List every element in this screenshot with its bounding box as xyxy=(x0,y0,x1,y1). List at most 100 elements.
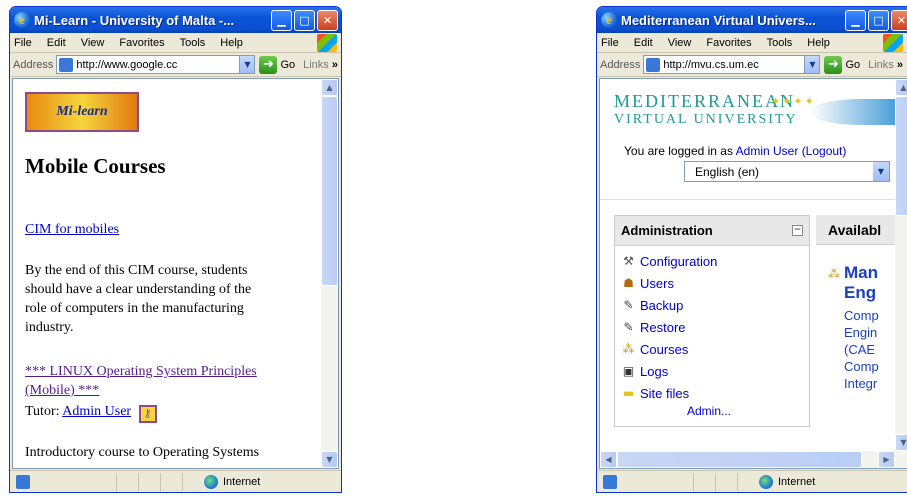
internet-explorer-icon: e xyxy=(601,12,617,28)
menu-favorites[interactable]: Favorites xyxy=(706,37,751,49)
address-input[interactable]: http://mvu.cs.um.ec ▼ xyxy=(643,55,821,74)
language-select[interactable]: English (en) ▼ xyxy=(684,161,890,182)
title-bar[interactable]: e Mi-Learn - University of Malta -... ▁ … xyxy=(10,7,341,33)
address-text: http://www.google.cc xyxy=(76,58,178,71)
tutor-line: Tutor: Admin User ⚷ xyxy=(25,402,157,423)
admin-item-configuration[interactable]: ⚒ Configuration xyxy=(615,250,809,272)
scroll-up-icon[interactable]: ▲ xyxy=(895,79,907,96)
admin-item-courses[interactable]: ⁂ Courses xyxy=(615,338,809,360)
course-description-cim: By the end of this CIM course, students … xyxy=(25,263,252,335)
user-link[interactable]: Admin User xyxy=(736,144,799,158)
page-icon xyxy=(646,57,661,72)
menu-help[interactable]: Help xyxy=(220,37,243,49)
status-zone: Internet xyxy=(223,475,261,488)
admin-item-backup[interactable]: ✎ Backup xyxy=(615,294,809,316)
administration-header: Administration − xyxy=(615,216,809,246)
status-bar: Internet xyxy=(597,470,907,492)
go-label: Go xyxy=(280,58,296,71)
course-icon: ⁂ xyxy=(828,267,840,281)
menu-file[interactable]: File xyxy=(14,37,32,49)
go-button[interactable]: ➜ Go xyxy=(824,55,861,74)
admin-item-logs[interactable]: ▣ Logs xyxy=(615,360,809,382)
tutor-label: Tutor: xyxy=(25,404,60,419)
logs-icon: ▣ xyxy=(622,364,635,378)
scroll-down-icon[interactable]: ▼ xyxy=(321,451,338,468)
mvu-browser-window: e Mediterranean Virtual Univers... ▁ □ ✕… xyxy=(596,6,907,493)
logout-link[interactable]: (Logout) xyxy=(802,144,847,158)
available-courses-header: Availabl xyxy=(816,215,907,245)
scroll-right-icon[interactable]: ▶ xyxy=(878,451,895,468)
vertical-scrollbar[interactable]: ▲ ▼ xyxy=(895,79,907,468)
course-description-linux: Introductory course to Operating Systems xyxy=(25,445,260,460)
address-label: Address xyxy=(600,58,641,71)
links-chevron-icon: » xyxy=(331,58,338,71)
scroll-thumb[interactable] xyxy=(895,96,907,216)
close-button[interactable]: ✕ xyxy=(317,9,338,31)
menu-view[interactable]: View xyxy=(668,37,692,49)
window-title: Mi-Learn - University of Malta -... xyxy=(34,12,235,28)
mi-learn-browser-window: e Mi-Learn - University of Malta -... ▁ … xyxy=(9,6,342,493)
menu-bar: File Edit View Favorites Tools Help xyxy=(597,33,907,53)
menu-view[interactable]: View xyxy=(81,37,105,49)
internet-zone-icon xyxy=(204,474,218,489)
wave-graphic xyxy=(810,99,907,125)
go-button[interactable]: ➜ Go xyxy=(259,55,296,74)
minimize-button[interactable]: ▁ xyxy=(271,9,292,31)
menu-edit[interactable]: Edit xyxy=(634,37,653,49)
courses-icon: ⁂ xyxy=(622,342,635,356)
guest-key-icon[interactable]: ⚷ xyxy=(138,405,157,423)
folder-icon: ▬ xyxy=(622,386,635,400)
menu-tools[interactable]: Tools xyxy=(767,37,793,49)
menu-file[interactable]: File xyxy=(601,37,619,49)
course-link-linux[interactable]: *** LINUX Operating System Principles (M… xyxy=(25,362,257,400)
title-bar[interactable]: e Mediterranean Virtual Univers... ▁ □ ✕ xyxy=(597,7,907,33)
course-link-cim[interactable]: CIM for mobiles xyxy=(25,220,119,239)
admin-item-site-files[interactable]: ▬ Site files xyxy=(615,382,809,404)
available-courses-block: Availabl ⁂ Man Eng Comp Engin (CAE Comp … xyxy=(816,215,907,427)
scroll-up-icon[interactable]: ▲ xyxy=(321,79,338,96)
internet-explorer-icon: e xyxy=(14,12,30,28)
address-bar: Address http://www.google.cc ▼ ➜ Go Link… xyxy=(10,53,341,77)
mi-learn-logo: Mi-learn xyxy=(25,92,139,132)
internet-zone-icon xyxy=(759,474,773,489)
menu-tools[interactable]: Tools xyxy=(180,37,206,49)
course-title-link[interactable]: Man Eng xyxy=(844,263,878,303)
scroll-thumb[interactable] xyxy=(321,96,338,286)
admin-more-link[interactable]: Admin... xyxy=(615,404,809,418)
links-button[interactable]: Links » xyxy=(303,59,338,71)
address-text: http://mvu.cs.um.ec xyxy=(663,58,759,71)
links-button[interactable]: Links » xyxy=(868,59,903,71)
menu-edit[interactable]: Edit xyxy=(47,37,66,49)
status-page-icon xyxy=(16,474,30,489)
minimize-button[interactable]: ▁ xyxy=(845,9,866,31)
window-title: Mediterranean Virtual Univers... xyxy=(621,12,816,28)
horizontal-scroll-thumb[interactable] xyxy=(617,451,862,468)
address-input[interactable]: http://www.google.cc ▼ xyxy=(56,55,256,74)
menu-favorites[interactable]: Favorites xyxy=(119,37,164,49)
address-dropdown-icon[interactable]: ▼ xyxy=(804,56,820,73)
collapse-icon[interactable]: − xyxy=(792,225,803,236)
backup-icon: ✎ xyxy=(623,298,634,312)
login-info: You are logged in as Admin User (Logout) xyxy=(624,144,846,158)
address-dropdown-icon[interactable]: ▼ xyxy=(239,56,255,73)
administration-block: Administration − ⚒ Configuration ☗ Users ✎… xyxy=(614,215,810,427)
scroll-left-icon[interactable]: ◀ xyxy=(600,451,617,468)
close-button[interactable]: ✕ xyxy=(891,9,907,31)
mvu-logo: MEDITERRANEAN VIRTUAL UNIVERSITY ✦✦✦✦ xyxy=(614,91,907,141)
divider xyxy=(600,199,895,200)
vertical-scrollbar[interactable]: ▲ ▼ xyxy=(321,79,338,468)
maximize-button[interactable]: □ xyxy=(868,9,889,31)
scroll-down-icon[interactable]: ▼ xyxy=(895,434,907,451)
maximize-button[interactable]: □ xyxy=(294,9,315,31)
admin-item-users[interactable]: ☗ Users xyxy=(615,272,809,294)
go-label: Go xyxy=(845,58,861,71)
stars-icon: ✦✦✦✦ xyxy=(771,95,816,108)
administration-title: Administration xyxy=(621,223,713,238)
links-chevron-icon: » xyxy=(896,58,903,71)
admin-item-restore[interactable]: ✎ Restore xyxy=(615,316,809,338)
tutor-link[interactable]: Admin User xyxy=(62,404,131,419)
course-description: Comp Engin (CAE Comp Integr xyxy=(844,308,879,391)
menu-help[interactable]: Help xyxy=(807,37,830,49)
horizontal-scrollbar[interactable]: ◀ ▶ xyxy=(600,451,895,468)
chevron-down-icon: ▼ xyxy=(873,162,889,181)
